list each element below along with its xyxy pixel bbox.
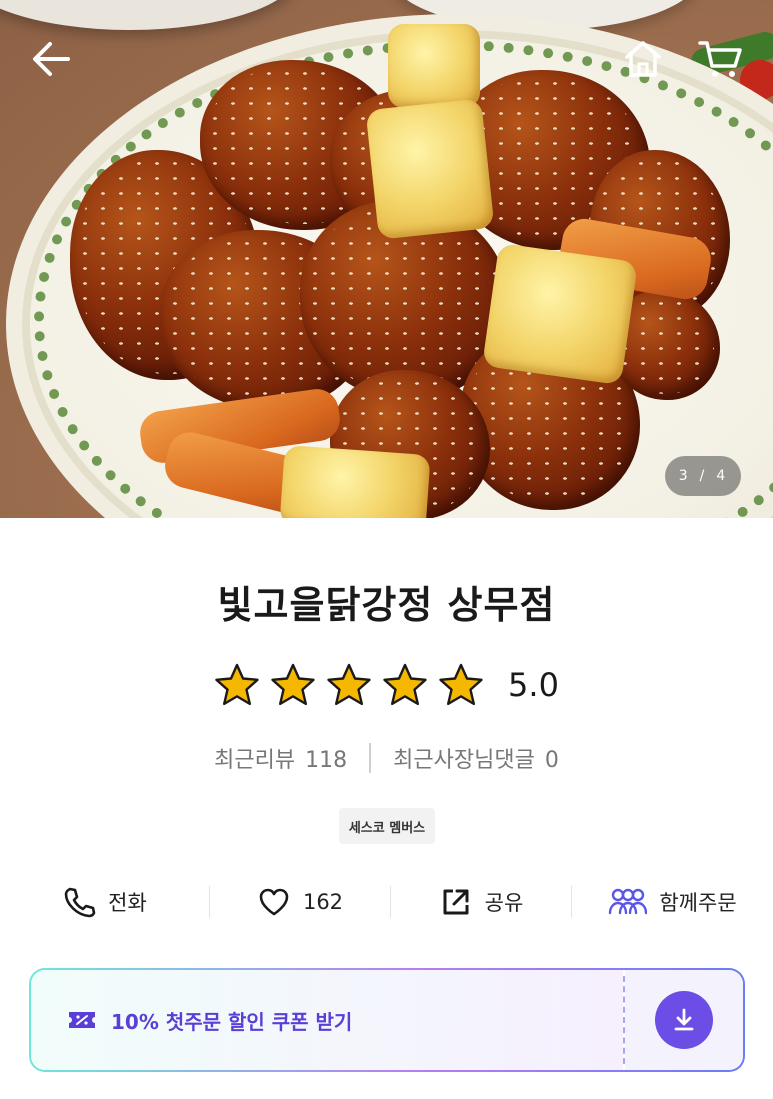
divider <box>369 743 372 773</box>
cesco-members-badge: 세스코 멤버스 <box>339 808 435 844</box>
coupon-ticket-icon <box>69 1012 95 1028</box>
photo-page-indicator: 3 / 4 <box>665 456 741 496</box>
owner-reply-count: 0 <box>544 748 559 773</box>
owner-reply-label: 최근사장님댓글 <box>393 748 535 773</box>
first-order-coupon[interactable]: 10% 첫주문 할인 쿠폰 받기 <box>29 968 745 1072</box>
store-name: 빛고을닭강정 상무점 <box>217 583 556 627</box>
group-order-button[interactable]: 함께주문 <box>572 872 772 932</box>
cheese-cube <box>365 98 495 240</box>
cheese-cube <box>388 24 480 108</box>
coupon-download-button[interactable] <box>655 991 713 1049</box>
star-icon <box>271 663 315 706</box>
star-icon <box>215 663 259 706</box>
store-photo[interactable]: 3 / 4 <box>0 0 773 518</box>
download-icon <box>674 1008 694 1031</box>
share-label: 공유 <box>484 891 524 915</box>
page-current: 3 <box>678 468 690 484</box>
phone-icon <box>64 887 96 918</box>
review-summary: 최근리뷰 118 최근사장님댓글 0 <box>0 740 773 776</box>
rating-row[interactable]: 5.0 <box>0 662 773 708</box>
back-arrow-icon[interactable] <box>28 36 74 82</box>
share-button[interactable]: 공유 <box>391 872 571 932</box>
action-bar: 전화 162 공유 함께주문 <box>0 872 773 932</box>
cheese-cube <box>279 445 431 518</box>
star-icon <box>383 663 427 706</box>
recent-review-label: 최근리뷰 <box>214 748 296 773</box>
favorite-button[interactable]: 162 <box>210 872 390 932</box>
coupon-text: 10% 첫주문 할인 쿠폰 받기 <box>111 1009 353 1034</box>
star-icon <box>439 663 483 706</box>
side-bowl <box>0 0 300 30</box>
coupon-main[interactable]: 10% 첫주문 할인 쿠폰 받기 <box>31 970 623 1070</box>
coupon-body: 10% 첫주문 할인 쿠폰 받기 <box>31 970 743 1070</box>
share-icon <box>443 889 469 915</box>
cart-icon[interactable] <box>697 36 745 82</box>
owner-reply-link[interactable]: 최근사장님댓글 0 <box>393 742 559 774</box>
coupon-download-area <box>625 970 743 1070</box>
page-total: 4 <box>716 468 728 484</box>
group-order-icon <box>609 888 648 915</box>
recent-review-count: 118 <box>305 748 348 773</box>
call-button[interactable]: 전화 <box>0 872 209 932</box>
favorite-count: 162 <box>302 890 344 914</box>
rating-value: 5.0 <box>508 666 559 704</box>
star-icon <box>327 663 371 706</box>
page-separator: / <box>699 468 707 484</box>
group-order-label: 함께주문 <box>659 891 737 915</box>
home-icon[interactable] <box>620 36 666 82</box>
recent-review-link[interactable]: 최근리뷰 118 <box>214 742 347 774</box>
call-label: 전화 <box>108 891 147 915</box>
cheese-cube <box>482 242 638 386</box>
heart-icon <box>259 888 289 916</box>
